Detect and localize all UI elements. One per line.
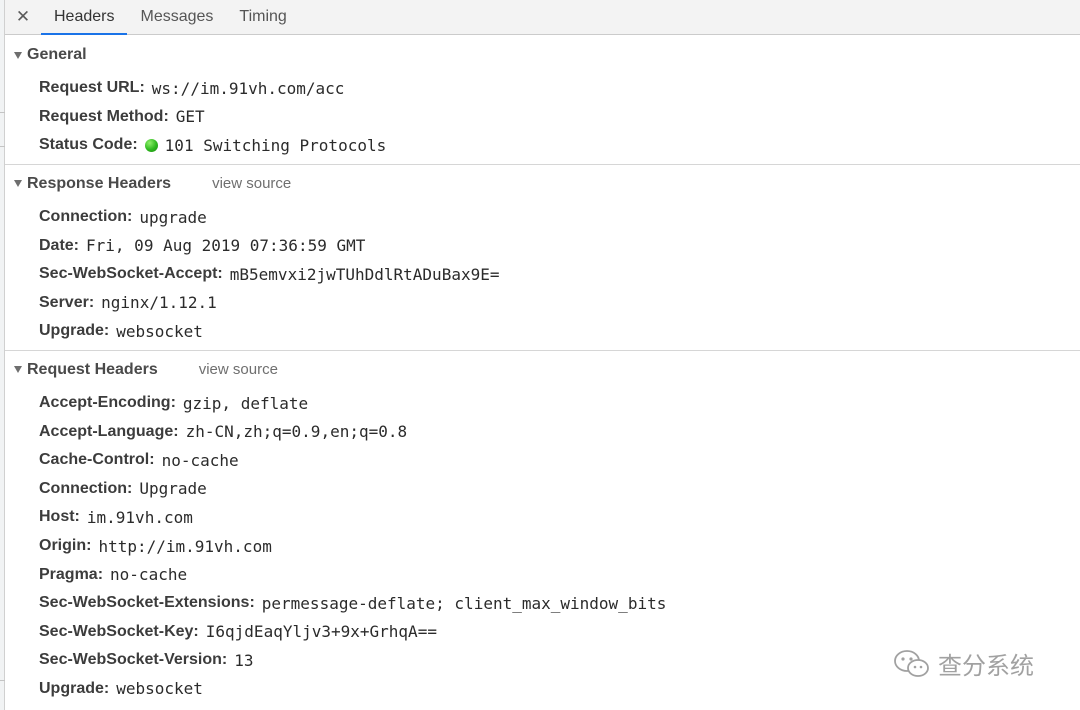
general-rows: Request URL: ws://im.91vh.com/acc Reques… bbox=[5, 74, 1080, 164]
header-key: Connection: bbox=[39, 208, 133, 226]
header-row: Accept-Language: zh-CN,zh;q=0.9,en;q=0.8 bbox=[5, 417, 1080, 446]
response-header-rows: Connection: upgrade Date: Fri, 09 Aug 2019 … bbox=[5, 203, 1080, 350]
tab-bar: ✕ Headers Messages Timing bbox=[5, 0, 1080, 35]
header-row: Sec-WebSocket-Key: I6qjdEaqYljv3+9x+GrhqA… bbox=[5, 618, 1080, 647]
header-row: Pragma: no-cache bbox=[5, 560, 1080, 589]
general-section-header[interactable]: General bbox=[5, 36, 1080, 74]
header-key: Server: bbox=[39, 293, 95, 311]
header-key: Cache-Control: bbox=[39, 451, 155, 469]
header-row: Server: nginx/1.12.1 bbox=[5, 289, 1080, 318]
header-row: Connection: Upgrade bbox=[5, 475, 1080, 504]
header-key: Date: bbox=[39, 236, 80, 254]
header-row: Host: im.91vh.com bbox=[5, 503, 1080, 532]
header-key: Pragma: bbox=[39, 565, 104, 583]
header-value: upgrade bbox=[139, 207, 207, 227]
tab-headers[interactable]: Headers bbox=[41, 0, 128, 35]
header-row: Cache-Control: no-cache bbox=[5, 446, 1080, 475]
header-row: Upgrade: websocket bbox=[5, 317, 1080, 346]
header-key: Sec-WebSocket-Version: bbox=[39, 651, 228, 669]
header-row: Date: Fri, 09 Aug 2019 07:36:59 GMT bbox=[5, 231, 1080, 260]
header-key: Connection: bbox=[39, 479, 133, 497]
header-key: Upgrade: bbox=[39, 322, 110, 340]
header-key: Accept-Language: bbox=[39, 422, 179, 440]
general-status-code: Status Code: 101 Switching Protocols bbox=[5, 131, 1080, 160]
response-headers-section: Response Headers view source Connection:… bbox=[5, 165, 1080, 351]
status-ok-icon bbox=[144, 138, 158, 152]
close-icon[interactable]: ✕ bbox=[5, 0, 41, 34]
header-row: Sec-WebSocket-Accept: mB5emvxi2jwTUhDdlRt… bbox=[5, 260, 1080, 289]
general-request-method: Request Method: GET bbox=[5, 103, 1080, 132]
header-key: Status Code: bbox=[39, 136, 138, 154]
section-title: Response Headers bbox=[27, 174, 172, 192]
header-row: Connection: upgrade bbox=[5, 203, 1080, 232]
disclosure-triangle-icon bbox=[14, 51, 22, 59]
header-value: http://im.91vh.com bbox=[98, 536, 272, 556]
header-value: Upgrade bbox=[139, 479, 207, 499]
header-value: no-cache bbox=[110, 565, 188, 585]
header-key: Origin: bbox=[39, 537, 92, 555]
header-value: GET bbox=[175, 107, 205, 127]
header-key: Request URL: bbox=[39, 79, 145, 97]
general-request-url: Request URL: ws://im.91vh.com/acc bbox=[5, 74, 1080, 103]
response-headers-section-header[interactable]: Response Headers view source bbox=[5, 165, 1080, 203]
section-title: Request Headers bbox=[27, 360, 158, 378]
header-value: 13 bbox=[234, 650, 254, 670]
header-value: 101 Switching Protocols bbox=[144, 135, 387, 155]
request-headers-section-header[interactable]: Request Headers view source bbox=[5, 351, 1080, 389]
header-value: zh-CN,zh;q=0.9,en;q=0.8 bbox=[185, 422, 408, 442]
tab-messages[interactable]: Messages bbox=[127, 0, 226, 34]
header-key: Upgrade: bbox=[39, 679, 110, 697]
header-key: Sec-WebSocket-Extensions: bbox=[39, 594, 255, 612]
view-source-link[interactable]: view source bbox=[199, 361, 278, 378]
headers-panel: General Request URL: ws://im.91vh.com/ac… bbox=[5, 36, 1080, 707]
header-value: Fri, 09 Aug 2019 07:36:59 GMT bbox=[86, 236, 366, 256]
header-value: websocket bbox=[116, 321, 203, 341]
header-key: Sec-WebSocket-Key: bbox=[39, 622, 199, 640]
watermark-text: 查分系统 bbox=[938, 652, 1034, 680]
header-value: websocket bbox=[116, 679, 203, 699]
header-key: Host: bbox=[39, 508, 80, 526]
disclosure-triangle-icon bbox=[14, 366, 22, 374]
section-title: General bbox=[27, 46, 87, 63]
header-value: permessage-deflate; client_max_window_bi… bbox=[261, 593, 667, 613]
header-row: Sec-WebSocket-Extensions: permessage-defl… bbox=[5, 589, 1080, 618]
header-key: Request Method: bbox=[39, 107, 169, 125]
wechat-icon bbox=[894, 649, 929, 677]
watermark: 查分系统 bbox=[892, 646, 1034, 681]
header-value: ws://im.91vh.com/acc bbox=[151, 78, 345, 98]
header-key: Sec-WebSocket-Accept: bbox=[39, 265, 223, 283]
header-value: I6qjdEaqYljv3+9x+GrhqA== bbox=[205, 622, 437, 642]
header-row: Accept-Encoding: gzip, deflate bbox=[5, 389, 1080, 418]
header-value: nginx/1.12.1 bbox=[101, 293, 217, 313]
header-value: no-cache bbox=[161, 450, 239, 470]
disclosure-triangle-icon bbox=[14, 180, 22, 188]
status-text: 101 Switching Protocols bbox=[164, 135, 387, 155]
view-source-link[interactable]: view source bbox=[212, 175, 291, 192]
general-section: General Request URL: ws://im.91vh.com/ac… bbox=[5, 36, 1080, 165]
header-key: Accept-Encoding: bbox=[39, 394, 176, 412]
header-value: mB5emvxi2jwTUhDdlRtADuBax9E= bbox=[229, 264, 500, 284]
header-value: gzip, deflate bbox=[182, 393, 309, 413]
header-value: im.91vh.com bbox=[86, 507, 193, 527]
tab-timing[interactable]: Timing bbox=[226, 0, 299, 34]
header-row: Origin: http://im.91vh.com bbox=[5, 532, 1080, 561]
